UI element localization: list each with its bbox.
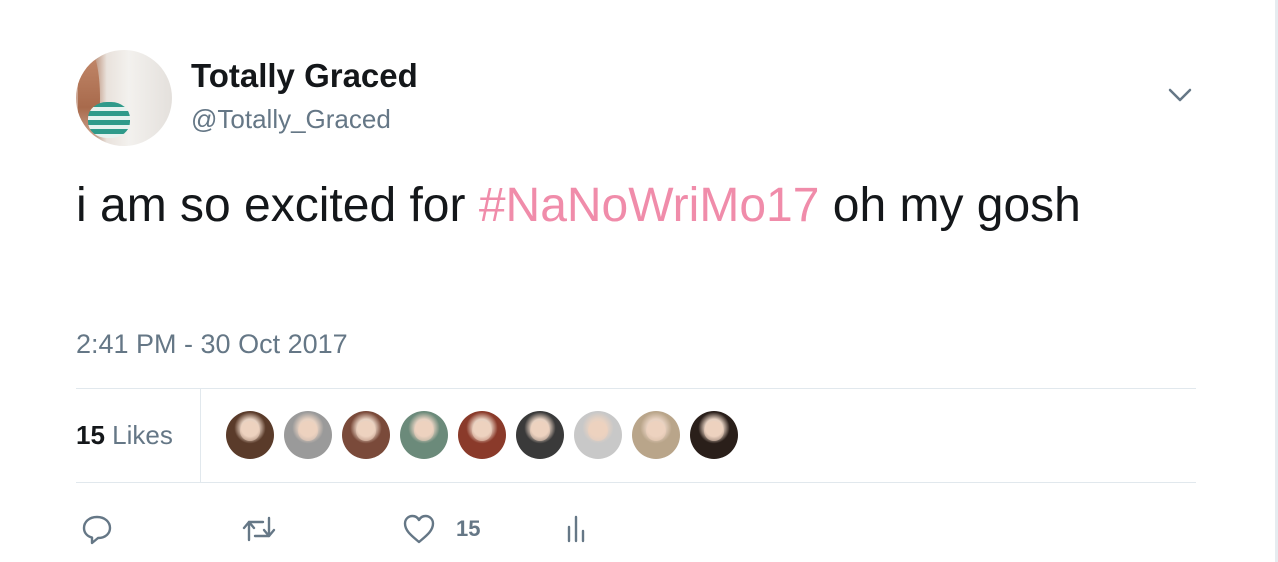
avatar-shirt: [88, 102, 130, 138]
likes-label: Likes: [112, 420, 173, 450]
heart-icon: [403, 514, 435, 544]
author-display-name[interactable]: Totally Graced: [191, 57, 418, 95]
likes-count: 15: [76, 420, 105, 450]
author-avatar[interactable]: [76, 50, 172, 146]
reply-button[interactable]: [80, 511, 114, 547]
retweet-button[interactable]: [241, 511, 277, 547]
liker-avatar[interactable]: [284, 411, 332, 459]
like-button-count: 15: [456, 516, 481, 541]
tweet-timestamp[interactable]: 2:41 PM - 30 Oct 2017: [76, 329, 348, 360]
reply-icon: [82, 515, 112, 545]
liker-avatar[interactable]: [226, 411, 274, 459]
tweet-text-start: i am so excited for: [76, 179, 479, 232]
liker-avatar[interactable]: [342, 411, 390, 459]
tweet-text: i am so excited for #NaNoWriMo17 oh my g…: [76, 174, 1196, 238]
divider-top: [76, 388, 1196, 389]
liker-avatar[interactable]: [458, 411, 506, 459]
retweet-icon: [242, 516, 276, 542]
liker-avatars: [226, 411, 748, 459]
liker-avatar[interactable]: [400, 411, 448, 459]
chevron-down-icon[interactable]: [1166, 84, 1194, 106]
analytics-button[interactable]: [566, 511, 590, 547]
hashtag-link[interactable]: #NaNoWriMo17: [479, 179, 820, 232]
likes-stat[interactable]: 15 Likes: [76, 420, 173, 451]
liker-avatar[interactable]: [632, 411, 680, 459]
author-handle[interactable]: @Totally_Graced: [191, 104, 391, 135]
liker-avatar[interactable]: [516, 411, 564, 459]
liker-avatar[interactable]: [690, 411, 738, 459]
like-button[interactable]: 15: [402, 511, 480, 547]
divider-bottom: [76, 482, 1196, 483]
tweet-text-end: oh my gosh: [819, 179, 1081, 232]
analytics-icon: [567, 515, 585, 543]
liker-avatar[interactable]: [574, 411, 622, 459]
stats-divider: [200, 389, 201, 482]
